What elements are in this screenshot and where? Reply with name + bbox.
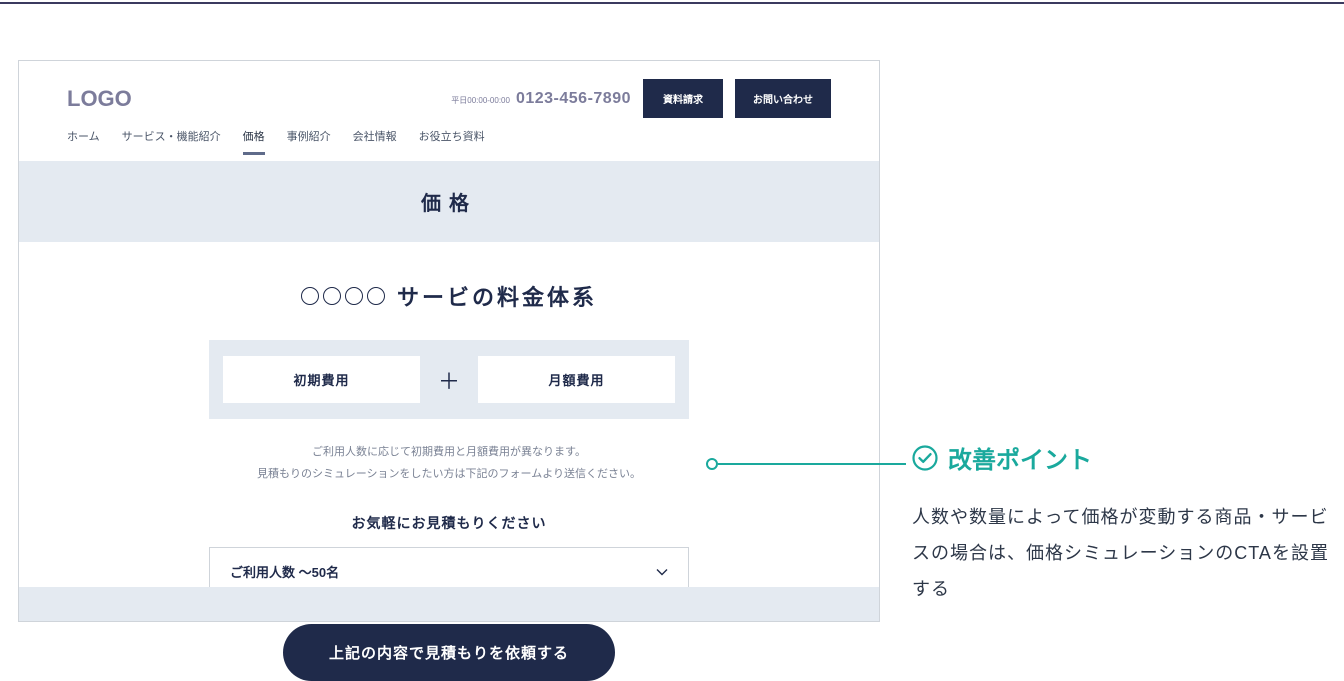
nav-home[interactable]: ホーム <box>67 128 100 155</box>
annotation-pointer-dot <box>706 458 718 470</box>
fee-structure-row: 初期費用 ＋ 月額費用 <box>209 340 689 419</box>
top-divider <box>0 2 1344 4</box>
placeholder-circles <box>301 287 385 305</box>
annotation-panel: 改善ポイント 人数や数量によって価格が変動する商品・サービスの場合は、価格シミュ… <box>912 440 1332 607</box>
page-title: 価格 <box>19 161 879 242</box>
circle-icon <box>345 287 363 305</box>
nav-pricing[interactable]: 価格 <box>243 128 265 155</box>
monthly-fee-box: 月額費用 <box>478 356 675 403</box>
nav-resources[interactable]: お役立ち資料 <box>419 128 485 155</box>
header-right: 平日00:00-00:00 0123-456-7890 資料請求 お問い合わせ <box>451 79 831 118</box>
annotation-pointer-line <box>718 463 906 465</box>
request-docs-button[interactable]: 資料請求 <box>643 79 723 118</box>
annotation-body: 人数や数量によって価格が変動する商品・サービスの場合は、価格シミュレーションのC… <box>912 499 1332 607</box>
plus-icon: ＋ <box>438 364 460 396</box>
circle-icon <box>301 287 319 305</box>
annotation-title-text: 改善ポイント <box>948 440 1092 475</box>
select-label: ご利用人数 〜50名 <box>230 562 339 581</box>
main-nav: ホーム サービス・機能紹介 価格 事例紹介 会社情報 お役立ち資料 <box>19 128 879 161</box>
contact-button[interactable]: お問い合わせ <box>735 79 831 118</box>
section-title: サービの料金体系 <box>67 280 831 312</box>
estimate-heading: お気軽にお見積もりください <box>67 513 831 533</box>
initial-fee-box: 初期費用 <box>223 356 420 403</box>
wireframe-mockup: LOGO 平日00:00-00:00 0123-456-7890 資料請求 お問… <box>18 60 880 622</box>
nav-services[interactable]: サービス・機能紹介 <box>122 128 221 155</box>
annotation-title: 改善ポイント <box>912 440 1332 475</box>
nav-company[interactable]: 会社情報 <box>353 128 397 155</box>
header-bar: LOGO 平日00:00-00:00 0123-456-7890 資料請求 お問… <box>19 61 879 128</box>
phone-hours: 平日00:00-00:00 <box>451 95 510 106</box>
phone-number: 0123-456-7890 <box>516 90 631 108</box>
logo: LOGO <box>67 86 132 112</box>
circle-icon <box>367 287 385 305</box>
nav-cases[interactable]: 事例紹介 <box>287 128 331 155</box>
chevron-down-icon <box>656 566 668 578</box>
circle-icon <box>323 287 341 305</box>
request-estimate-button[interactable]: 上記の内容で見積もりを依頼する <box>283 624 615 681</box>
phone-block: 平日00:00-00:00 0123-456-7890 <box>451 90 631 108</box>
section-title-text: サービの料金体系 <box>397 280 597 312</box>
bottom-band <box>19 587 879 621</box>
check-circle-icon <box>912 445 938 471</box>
